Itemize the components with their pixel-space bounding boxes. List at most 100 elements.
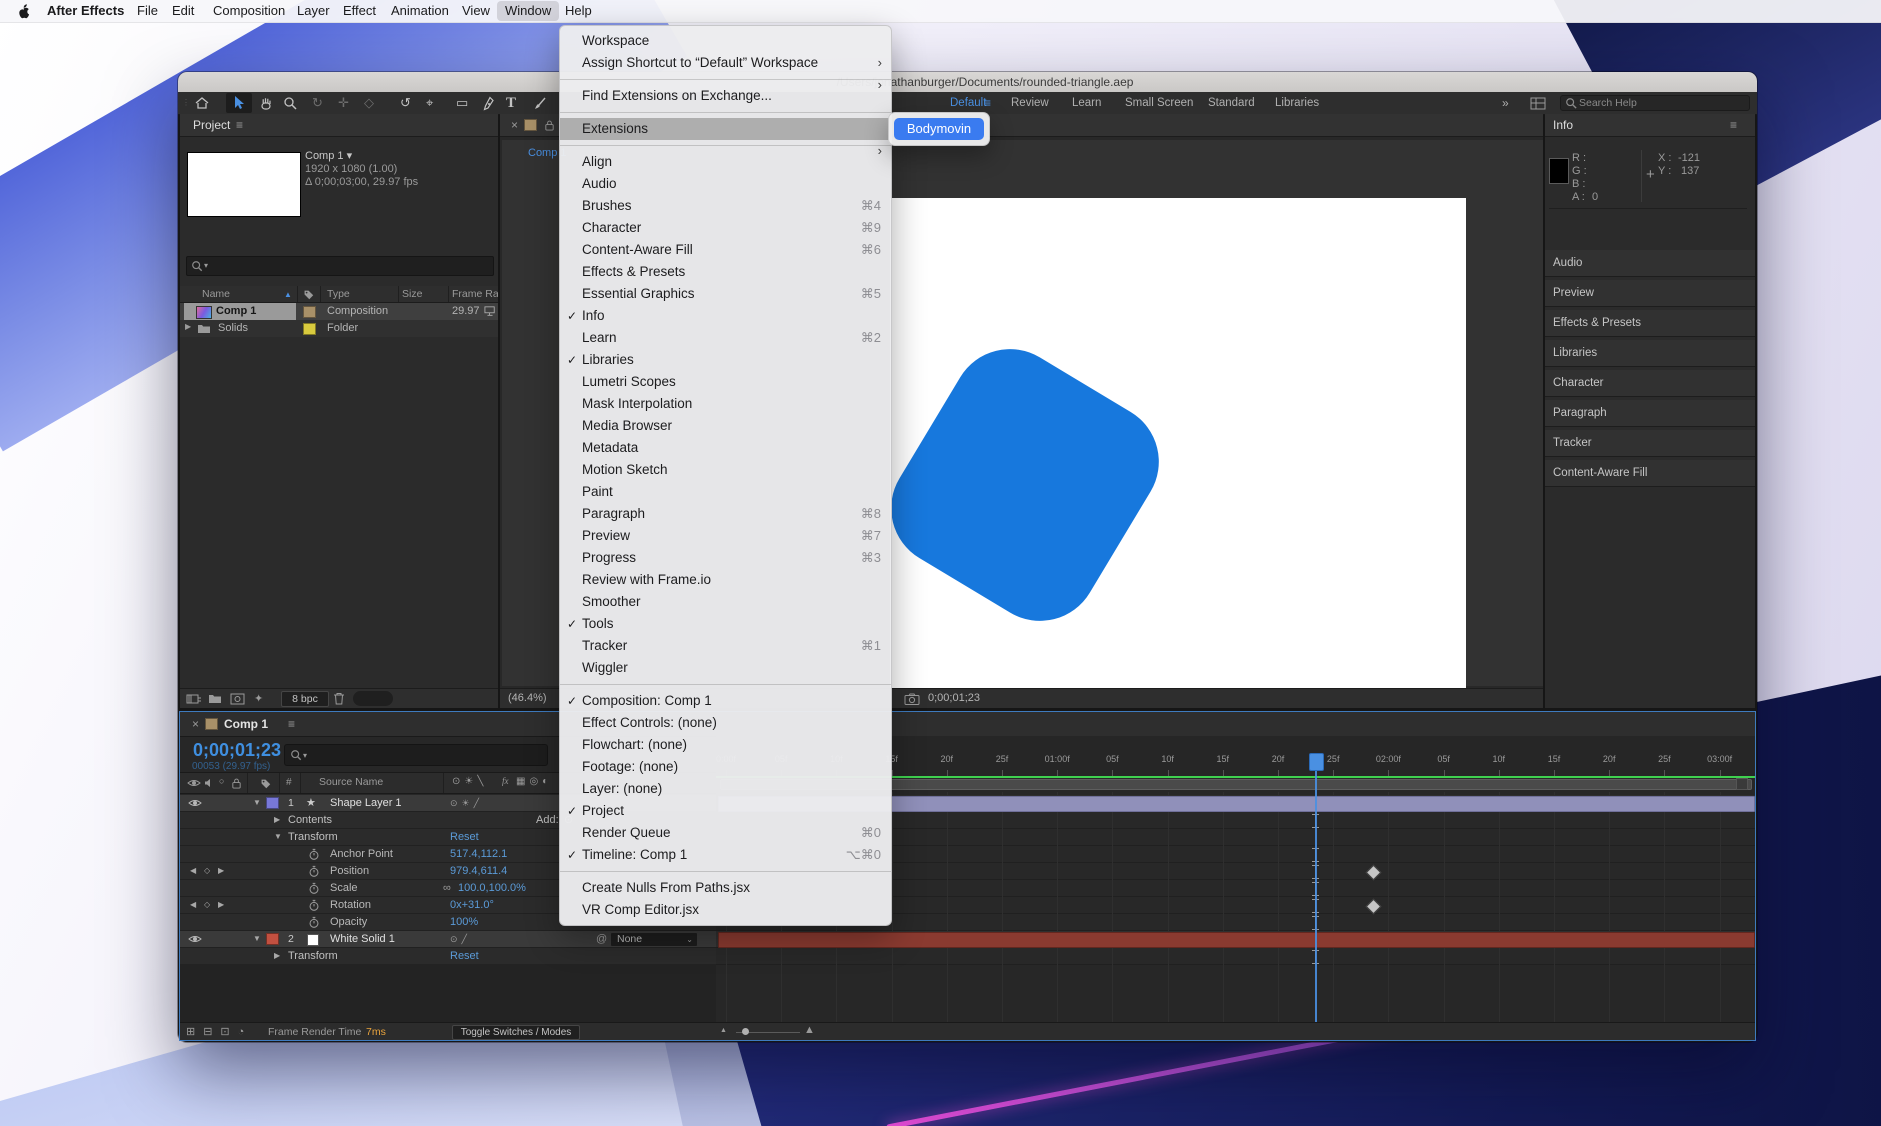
column-name[interactable]: Name bbox=[202, 288, 230, 300]
stopwatch-icon[interactable] bbox=[308, 865, 320, 881]
property-name[interactable]: Anchor Point bbox=[330, 846, 393, 862]
zoom-in-mountain-icon[interactable]: ▲ bbox=[804, 1024, 815, 1036]
solo-column-icon[interactable]: ○ bbox=[219, 773, 224, 789]
next-keyframe-icon[interactable]: ▶ bbox=[218, 863, 224, 879]
workspace-menu-icon[interactable]: ≡ bbox=[984, 92, 991, 114]
current-timecode[interactable]: 0;00;01;23 bbox=[193, 740, 281, 761]
menu-item-character[interactable]: Character⌘6 bbox=[560, 217, 891, 239]
dock-panel-paragraph[interactable]: Paragraph bbox=[1545, 400, 1755, 427]
menu-item-timeline-comp-1[interactable]: ✓Timeline: Comp 1 bbox=[560, 844, 891, 866]
menu-item-metadata[interactable]: Metadata bbox=[560, 437, 891, 459]
disclosure-expanded-icon[interactable]: ▼ bbox=[253, 795, 261, 811]
row-name[interactable]: Comp 1 bbox=[216, 305, 256, 317]
dock-panel-preview[interactable]: Preview bbox=[1545, 280, 1755, 307]
reset-link[interactable]: Reset bbox=[450, 829, 479, 845]
magnification-dropdown[interactable]: (46.4%) bbox=[508, 692, 547, 704]
property-name[interactable]: Scale bbox=[330, 880, 358, 896]
hand-tool-icon[interactable] bbox=[258, 96, 274, 118]
property-name[interactable]: Opacity bbox=[330, 914, 367, 930]
menubar-item-composition[interactable]: Composition bbox=[205, 0, 293, 22]
menu-item-align[interactable]: Align bbox=[560, 151, 891, 173]
rounded-square-shape-layer[interactable] bbox=[870, 328, 1181, 643]
toolbar-drag-handle[interactable]: ⋮ bbox=[182, 92, 191, 114]
dock-panel-audio[interactable]: Audio bbox=[1545, 250, 1755, 277]
reset-link[interactable]: Reset bbox=[450, 948, 479, 964]
menubar-item-animation[interactable]: Animation bbox=[383, 0, 457, 22]
timeline-row-white-solid-1[interactable]: ▼2White Solid 1⊙╱@None⌄ bbox=[180, 931, 716, 948]
menubar-item-effect[interactable]: Effect bbox=[335, 0, 384, 22]
menu-item-lumetri-scopes[interactable]: Lumetri Scopes bbox=[560, 371, 891, 393]
tab-project[interactable]: Project bbox=[193, 118, 230, 132]
dock-panel-character[interactable]: Character bbox=[1545, 370, 1755, 397]
menubar-item-after-effects[interactable]: After Effects bbox=[39, 0, 132, 22]
menu-item-footage-none[interactable]: Footage: (none) bbox=[560, 756, 891, 778]
row-name[interactable]: Solids bbox=[218, 322, 248, 334]
menubar-item-window[interactable]: Window bbox=[497, 1, 559, 21]
comp-canvas[interactable] bbox=[890, 198, 1466, 700]
home-tool-icon[interactable] bbox=[194, 96, 210, 118]
shape-tool-icon[interactable]: ▭ bbox=[456, 92, 468, 114]
layer-label-chip[interactable] bbox=[266, 797, 279, 809]
menu-item-preview[interactable]: Preview⌘3 bbox=[560, 525, 891, 547]
column-frame-rate[interactable]: Frame Ra bbox=[452, 288, 498, 300]
stopwatch-icon[interactable] bbox=[308, 916, 320, 932]
blend-motionblur-column-icons[interactable]: ▦◎◐ bbox=[516, 776, 552, 787]
apple-icon[interactable] bbox=[16, 3, 31, 19]
disclosure-expanded-icon[interactable]: ▼ bbox=[253, 931, 261, 947]
panel-menu-icon[interactable]: ≡ bbox=[288, 717, 295, 731]
layer-label-chip[interactable] bbox=[266, 933, 279, 945]
pan-behind-tool-icon[interactable]: ⌖ bbox=[426, 92, 433, 114]
tab-info[interactable]: Info bbox=[1553, 118, 1573, 132]
menu-item-paragraph[interactable]: Paragraph⌘7 bbox=[560, 503, 891, 525]
switches-column-icons[interactable]: ⊙☀╲ bbox=[452, 776, 487, 787]
property-value[interactable]: 517.4,112.1 bbox=[450, 846, 507, 862]
menu-item-brushes[interactable]: Brushes⌘9 bbox=[560, 195, 891, 217]
workspace-overflow-chevrons[interactable]: » bbox=[1502, 92, 1509, 114]
layer-bar-white-solid-1[interactable] bbox=[718, 932, 1755, 948]
property-value[interactable]: 100% bbox=[450, 914, 478, 930]
zoom-tool-icon[interactable] bbox=[283, 96, 298, 118]
orbit-camera-tool-icon[interactable]: ↻ bbox=[312, 92, 323, 114]
menu-item-create-nulls-from-paths-jsx[interactable]: Create Nulls From Paths.jsx bbox=[560, 877, 891, 899]
stopwatch-icon[interactable] bbox=[308, 882, 320, 898]
dock-panel-effects-presets[interactable]: Effects & Presets bbox=[1545, 310, 1755, 337]
workspace-tab-review[interactable]: Review bbox=[1011, 92, 1049, 114]
timeline-search-input[interactable] bbox=[313, 747, 542, 761]
add-keyframe-icon[interactable]: ◇ bbox=[204, 897, 210, 913]
menu-item-extensions[interactable]: Extensions› bbox=[560, 118, 891, 140]
group-name[interactable]: Transform bbox=[288, 948, 338, 964]
menu-item-assign-shortcut-to-default-workspace[interactable]: Assign Shortcut to “Default” Workspace› bbox=[560, 52, 891, 74]
search-help-input[interactable] bbox=[1577, 96, 1741, 110]
menu-item-review-with-frame-io[interactable]: Review with Frame.io bbox=[560, 569, 891, 591]
property-value[interactable]: 100.0,100.0% bbox=[458, 880, 526, 896]
group-name[interactable]: Transform bbox=[288, 829, 338, 845]
label-column-icon[interactable] bbox=[260, 778, 271, 789]
menu-item-learn[interactable]: Learn bbox=[560, 327, 891, 349]
workspace-tab-standard[interactable]: Standard bbox=[1208, 92, 1255, 114]
audio-column-icon[interactable] bbox=[204, 778, 214, 788]
workspace-tab-learn[interactable]: Learn bbox=[1072, 92, 1101, 114]
layer-name[interactable]: White Solid 1 bbox=[330, 931, 395, 947]
comp-marker-bin-icon[interactable] bbox=[1736, 778, 1748, 790]
table-row-solids[interactable]: ▶ Solids Folder bbox=[180, 320, 498, 337]
disclosure-icon[interactable]: ▼ bbox=[274, 829, 282, 845]
current-time-indicator-handle[interactable] bbox=[1309, 753, 1324, 771]
menu-item-progress[interactable]: Progress bbox=[560, 547, 891, 569]
wand-icon[interactable]: ✦ bbox=[254, 692, 263, 705]
zoom-slider-handle[interactable] bbox=[742, 1028, 749, 1035]
trash-icon[interactable] bbox=[333, 692, 345, 705]
menu-item-layer-none[interactable]: Layer: (none) bbox=[560, 778, 891, 800]
interpret-footage-icon[interactable] bbox=[186, 693, 202, 705]
menu-item-workspace[interactable]: Workspace› bbox=[560, 30, 891, 52]
label-color-chip[interactable] bbox=[303, 323, 316, 335]
dock-panel-tracker[interactable]: Tracker bbox=[1545, 430, 1755, 457]
menu-item-content-aware-fill[interactable]: Content-Aware Fill bbox=[560, 239, 891, 261]
video-eye-column-icon[interactable] bbox=[187, 778, 201, 788]
number-column[interactable]: # bbox=[286, 777, 292, 788]
property-name[interactable]: Position bbox=[330, 863, 369, 879]
stopwatch-icon[interactable] bbox=[308, 848, 320, 864]
menubar-item-help[interactable]: Help bbox=[557, 0, 600, 22]
panel-menu-icon[interactable]: ≡ bbox=[1730, 118, 1737, 132]
project-search-input[interactable] bbox=[213, 258, 487, 272]
timeline-view-option-icons[interactable]: ⊞⊟⊡◔ bbox=[186, 1025, 252, 1038]
